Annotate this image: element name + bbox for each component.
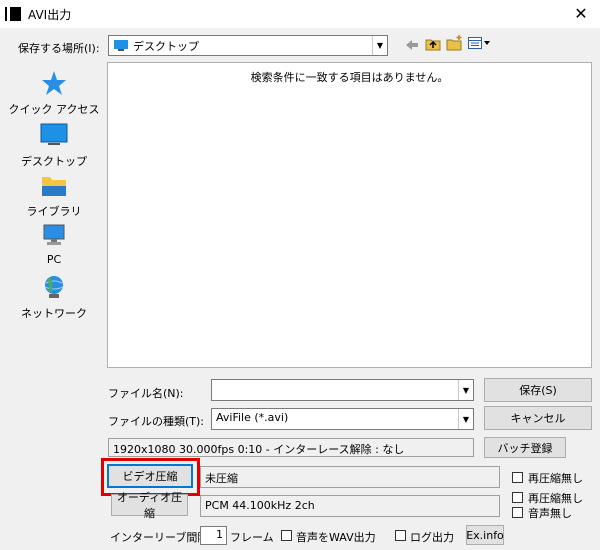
cancel-button[interactable]: キャンセル	[484, 406, 592, 430]
audio-compress-button[interactable]: オーディオ圧縮	[111, 491, 188, 520]
audio-format-box: PCM 44.100kHz 2ch	[200, 495, 500, 517]
filename-combo[interactable]: ▼	[211, 379, 474, 401]
source-info-box: 1920x1080 30.000fps 0:10 - インターレース解除 : な…	[108, 438, 474, 457]
location-label: 保存する場所(I):	[18, 42, 100, 55]
location-value: デスクトップ	[133, 40, 199, 53]
exinfo-button[interactable]: Ex.info	[466, 525, 504, 545]
log-output-checkbox[interactable]	[395, 530, 406, 541]
filename-label: ファイル名(N):	[108, 387, 184, 400]
file-list[interactable]: 検索条件に一致する項目はありません。	[107, 62, 592, 368]
computer-icon	[43, 224, 65, 245]
new-folder-icon[interactable]	[446, 34, 464, 52]
video-codec-text: 未圧縮	[205, 472, 238, 485]
title-bar	[0, 0, 600, 28]
filetype-value: AviFile (*.avi)	[216, 411, 289, 424]
video-no-recompress-label: 再圧縮無し	[528, 472, 583, 485]
place-network[interactable]: ネットワーク	[8, 274, 100, 321]
audio-no-recompress-checkbox[interactable]	[512, 492, 523, 503]
save-button[interactable]: 保存(S)	[484, 378, 592, 402]
up-folder-icon[interactable]	[425, 36, 441, 52]
wav-output-checkbox[interactable]	[281, 530, 292, 541]
folder-icon	[42, 177, 66, 196]
place-pc[interactable]: PC	[8, 222, 100, 266]
audio-format-text: PCM 44.100kHz 2ch	[205, 499, 315, 512]
filetype-label: ファイルの種類(T):	[108, 415, 205, 428]
desktop-icon	[40, 123, 68, 145]
filetype-combo[interactable]: AviFile (*.avi) ▼	[211, 408, 474, 430]
source-info-text: 1920x1080 30.000fps 0:10 - インターレース解除 : な…	[113, 443, 405, 456]
place-library[interactable]: ライブラリ	[8, 172, 100, 219]
location-combo[interactable]: デスクトップ ▼	[108, 35, 388, 56]
no-audio-checkbox[interactable]	[512, 507, 523, 518]
back-arrow-icon[interactable]	[404, 38, 420, 52]
wav-output-label: 音声をWAV出力	[296, 531, 376, 544]
network-globe-icon	[44, 276, 64, 298]
video-codec-box: 未圧縮	[200, 466, 500, 488]
log-output-label: ログ出力	[410, 531, 454, 544]
batch-register-button[interactable]: バッチ登録	[484, 437, 566, 458]
window-title: AVI出力	[28, 8, 72, 22]
place-desktop[interactable]: デスクトップ	[8, 122, 100, 169]
close-button[interactable]: ✕	[562, 0, 600, 28]
chevron-down-icon[interactable]: ▼	[458, 380, 473, 400]
star-icon	[42, 71, 66, 95]
app-icon	[7, 7, 21, 21]
view-menu-icon[interactable]	[468, 37, 492, 51]
interleave-input[interactable]: 1	[200, 526, 227, 545]
chevron-down-icon[interactable]: ▼	[372, 36, 387, 55]
place-quick-access[interactable]: クイック アクセス	[8, 70, 100, 117]
video-no-recompress-checkbox[interactable]	[512, 472, 523, 483]
empty-list-message: 検索条件に一致する項目はありません。	[250, 71, 449, 84]
chevron-down-icon[interactable]: ▼	[458, 409, 473, 429]
desktop-icon	[114, 40, 128, 51]
audio-no-recompress-label: 再圧縮無し	[528, 492, 583, 505]
no-audio-label: 音声無し	[528, 507, 572, 520]
interleave-unit: フレーム	[230, 531, 274, 544]
places-bar: クイック アクセス デスクトップ ライブラリ PC ネットワーク	[8, 64, 100, 324]
